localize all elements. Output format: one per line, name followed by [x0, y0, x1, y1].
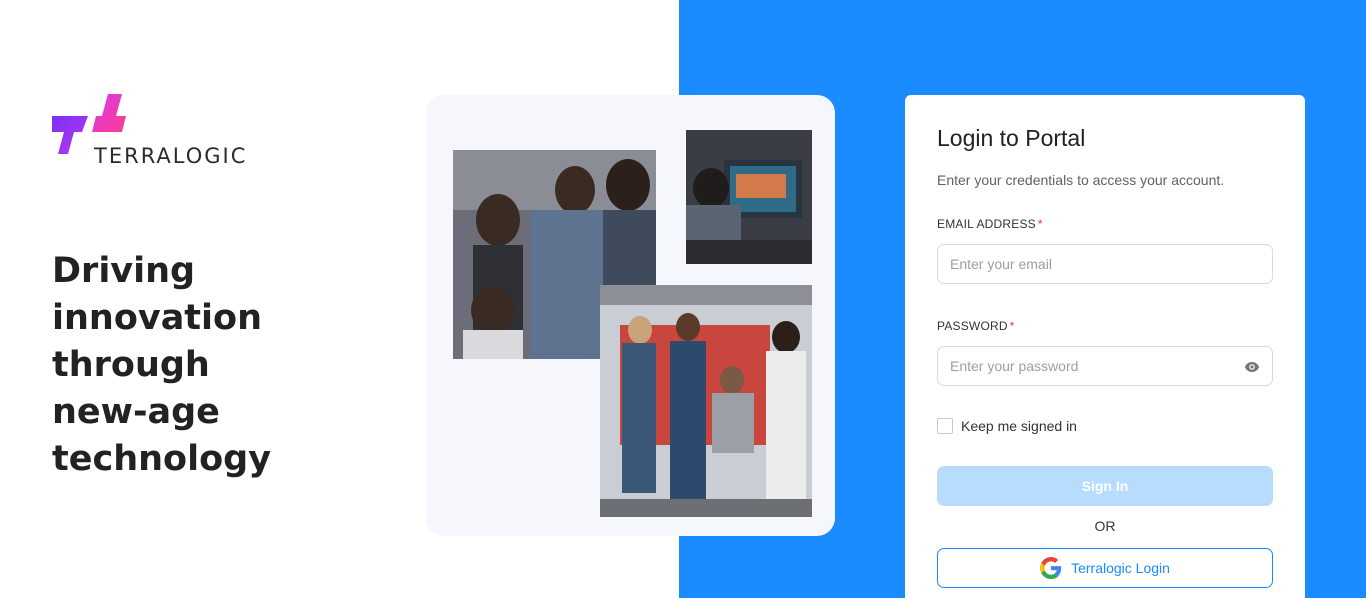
photo-collage-card	[426, 95, 835, 536]
password-field-wrapper	[937, 346, 1273, 386]
headline-line: technology	[52, 439, 272, 479]
login-title: Login to Portal	[937, 125, 1086, 151]
hero-headline: Driving innovation through new-age techn…	[52, 248, 412, 483]
or-divider-text: OR	[1094, 518, 1116, 534]
brand-name: TERRALOGIC	[94, 144, 248, 168]
login-subtitle: Enter your credentials to access your ac…	[937, 172, 1225, 188]
sign-in-button[interactable]: Sign In	[937, 466, 1273, 506]
password-field[interactable]	[938, 347, 1272, 385]
terralogic-login-button[interactable]: Terralogic Login	[937, 548, 1273, 588]
remember-me-checkbox[interactable]	[937, 418, 953, 434]
eye-icon[interactable]	[1244, 360, 1260, 374]
password-label-text: PASSWORD	[937, 319, 1008, 333]
brand-logo: TERRALOGIC	[52, 94, 252, 168]
login-card: Login to Portal Enter your credentials t…	[905, 95, 1305, 598]
required-mark: *	[1009, 319, 1015, 333]
password-label: PASSWORD *	[937, 319, 1015, 333]
google-icon	[1040, 557, 1062, 579]
remember-me-label[interactable]: Keep me signed in	[961, 418, 1077, 434]
terralogic-login-label: Terralogic Login	[1071, 560, 1170, 576]
headline-line: through	[52, 345, 210, 385]
headline-line: new-age	[52, 392, 220, 432]
email-label-text: EMAIL ADDRESS	[937, 217, 1036, 231]
remember-me-row: Keep me signed in	[937, 418, 1077, 434]
email-label: EMAIL ADDRESS *	[937, 217, 1043, 231]
headline-line: Driving innovation	[52, 251, 262, 338]
required-mark: *	[1037, 217, 1043, 231]
email-field-wrapper	[937, 244, 1273, 284]
email-field[interactable]	[938, 245, 1272, 283]
team-photo-desk	[686, 130, 812, 264]
team-photo-meeting	[600, 285, 812, 517]
